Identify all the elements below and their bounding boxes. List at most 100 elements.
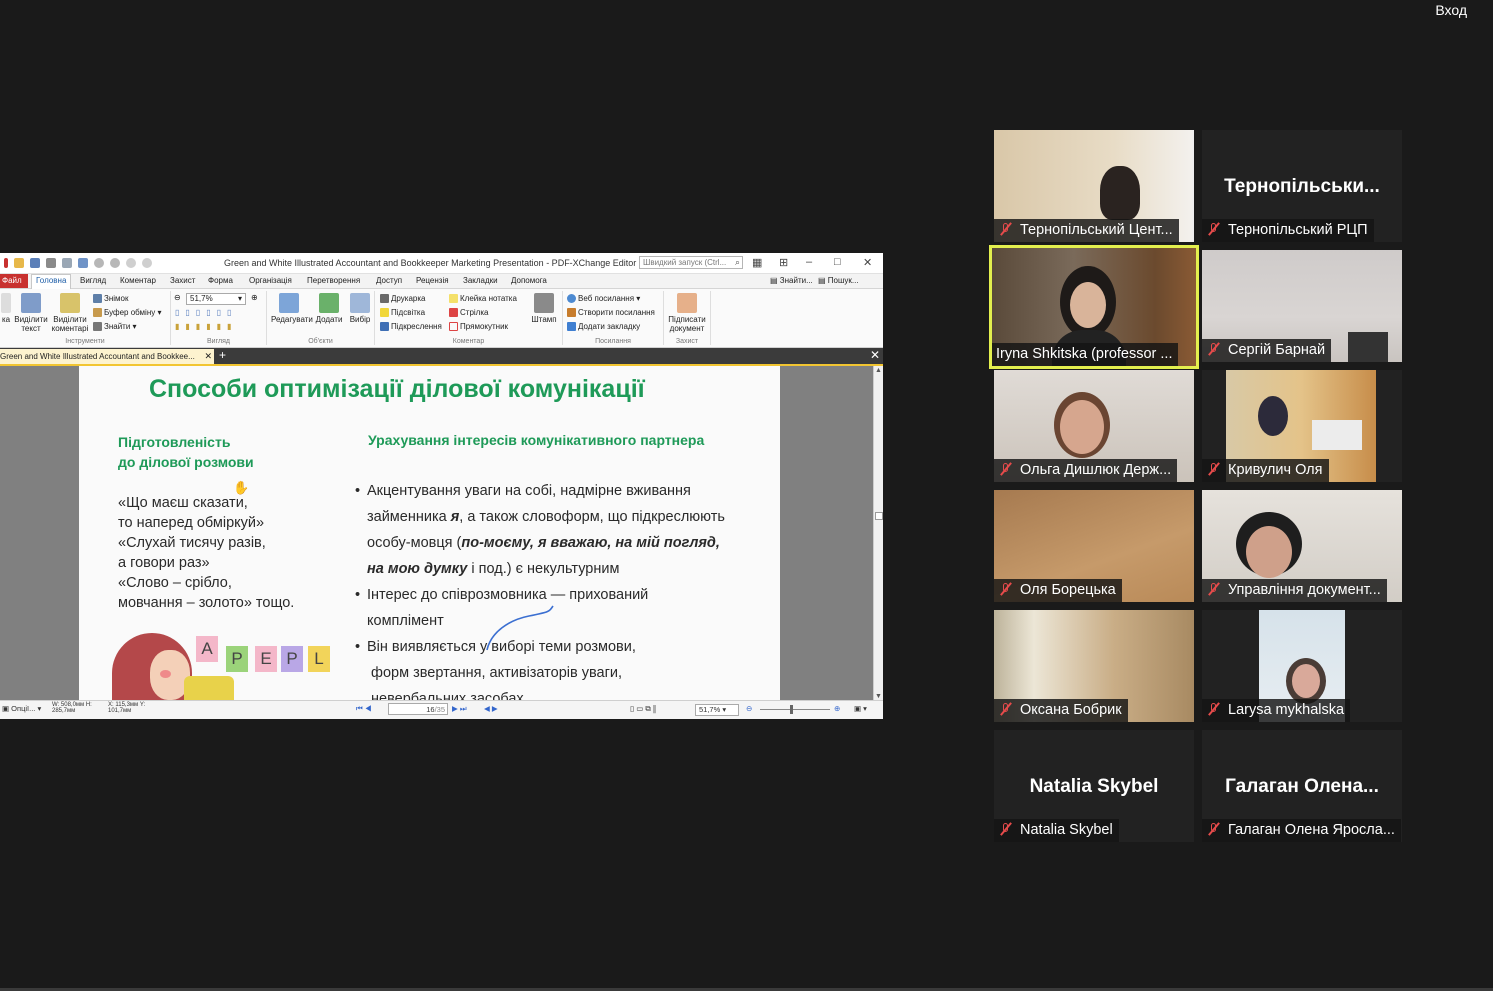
participant-tile[interactable]: Iryna Shkitska (professor ...	[989, 245, 1199, 369]
participant-tile[interactable]: Larysa mykhalska	[1202, 610, 1402, 722]
hand-tool-button[interactable]: ка	[0, 293, 12, 324]
rectangle-button[interactable]: Прямокутник	[449, 322, 508, 332]
tab-home[interactable]: Головна	[31, 274, 72, 289]
first-page-icon[interactable]: ⏮ ◀	[356, 704, 372, 714]
quick-search-input[interactable]: Швидкий запуск (Ctrl... ⌕	[639, 256, 743, 269]
fullscreen-icon[interactable]: ▣ ▾	[854, 704, 867, 713]
sign-document-button[interactable]: Підписати документ	[666, 293, 708, 333]
participant-object	[1312, 420, 1362, 450]
new-tab-icon[interactable]: +	[219, 348, 226, 362]
tab-convert[interactable]: Перетворення	[307, 276, 360, 285]
forward-icon[interactable]	[142, 258, 152, 268]
arrow-icon	[449, 308, 458, 318]
participant-tile[interactable]: Natalia Skybel Natalia Skybel	[994, 730, 1194, 842]
layout-icon[interactable]: ▦	[752, 256, 762, 269]
web-links-button[interactable]: Веб посилання ▾	[567, 294, 640, 304]
sign-icon	[677, 293, 697, 313]
select-text-button[interactable]: Виділити текст	[13, 293, 49, 333]
undo-icon[interactable]	[94, 258, 104, 268]
vertical-scrollbar[interactable]: ▲ ▼	[873, 366, 883, 701]
save-icon[interactable]	[30, 258, 40, 268]
minimize-icon[interactable]: –	[806, 256, 812, 268]
close-tab-icon[interactable]: ✕	[204, 349, 212, 364]
hand-cursor-icon: ✋	[233, 480, 250, 495]
find-button[interactable]: Знайти ▾	[93, 322, 137, 332]
participant-tile[interactable]: Оксана Бобрик	[994, 610, 1194, 722]
zoom-out-icon[interactable]: ⊖	[174, 293, 181, 302]
grid-icon[interactable]: ⊞	[779, 256, 788, 269]
cloud-icon[interactable]	[78, 258, 88, 268]
scroll-thumb[interactable]	[875, 512, 883, 520]
close-all-icon[interactable]: ✕	[870, 348, 880, 362]
status-zoom-select[interactable]: 51,7% ▾	[695, 704, 739, 716]
snapshot-button[interactable]: Знімок	[93, 294, 128, 304]
next-page-icon[interactable]: ▶ ⏭	[452, 704, 467, 714]
tab-help[interactable]: Допомога	[511, 276, 547, 285]
add-bookmark-button[interactable]: Додати закладку	[567, 322, 640, 332]
page-layout-icons[interactable]: ▯ ▭ ⧉ ⫼	[630, 704, 656, 714]
participant-tile[interactable]: Управління документ...	[1202, 490, 1402, 602]
stamp-button[interactable]: Штамп	[528, 293, 560, 324]
tab-share[interactable]: Доступ	[376, 276, 402, 285]
zoom-slider-thumb[interactable]	[790, 705, 793, 714]
status-zoom-out-icon[interactable]: ⊖	[746, 704, 752, 713]
close-icon[interactable]: ✕	[863, 256, 872, 269]
participant-tile[interactable]: Тернопільський Цент...	[994, 130, 1194, 242]
sticky-note-button[interactable]: Клейка нотатка	[449, 294, 517, 304]
participant-tile[interactable]: Оля Борецька	[994, 490, 1194, 602]
search-folder-icon: ▤	[818, 276, 828, 285]
participant-tile[interactable]: Ольга Дишлюк Держ...	[994, 370, 1194, 482]
camera-icon	[93, 294, 102, 304]
print-icon[interactable]	[46, 258, 56, 268]
clipboard-button[interactable]: Буфер обміну ▾	[93, 308, 162, 318]
email-icon[interactable]	[62, 258, 72, 268]
tab-organize[interactable]: Організація	[249, 276, 292, 285]
tab-form[interactable]: Форма	[208, 276, 233, 285]
participant-tile[interactable]: Кривулич Оля	[1202, 370, 1402, 482]
status-zoom-in-icon[interactable]: ⊕	[834, 704, 840, 713]
select-icon	[350, 293, 370, 313]
zoom-in-icon[interactable]: ⊕	[251, 293, 258, 302]
typewriter-button[interactable]: Друкарка	[380, 294, 425, 304]
tab-view[interactable]: Вигляд	[80, 276, 106, 285]
participant-tile[interactable]: Сергій Барнай	[1202, 250, 1402, 362]
participant-tile[interactable]: Галаган Олена... Галаган Олена Яросла...	[1202, 730, 1402, 842]
select-comments-button[interactable]: Виділити коментарі	[50, 293, 90, 333]
open-icon[interactable]	[14, 258, 24, 268]
page-number-input[interactable]: 16/35	[388, 703, 448, 715]
back-icon[interactable]	[126, 258, 136, 268]
tab-protect[interactable]: Захист	[170, 276, 195, 285]
edit-icon	[279, 293, 299, 313]
page-view-icons[interactable]: ▯▯▯▯▯▯	[175, 308, 237, 317]
mic-muted-icon	[1206, 222, 1222, 236]
zoom-select[interactable]: 51,7% ▾	[186, 293, 246, 305]
find-menu[interactable]: ▤ Знайти...	[770, 276, 813, 285]
view-tool-icons[interactable]: ▮▮▮▮▮▮	[175, 322, 237, 331]
tab-review[interactable]: Рецензія	[416, 276, 449, 285]
highlight-button[interactable]: Підсвітка	[380, 308, 425, 318]
tab-file[interactable]: Файл	[0, 274, 28, 288]
maximize-icon[interactable]: □	[834, 256, 841, 268]
edit-button[interactable]: Редагувати	[271, 293, 313, 324]
arrow-button[interactable]: Стрілка	[449, 308, 488, 318]
document-area[interactable]: Способи оптимізації ділової комунікації …	[0, 364, 883, 701]
exit-button[interactable]: Вход	[1431, 0, 1471, 20]
slide-title: Способи оптимізації ділової комунікації	[149, 375, 645, 403]
underline-button[interactable]: Підкреслення	[380, 322, 442, 332]
ribbon: ка Виділити текст Виділити коментарі Зні…	[0, 289, 883, 348]
tab-comment[interactable]: Коментар	[120, 276, 156, 285]
document-tab[interactable]: Green and White Illustrated Accountant a…	[0, 349, 214, 364]
zoom-slider[interactable]	[760, 709, 830, 710]
participant-tile[interactable]: Тернопільськи... Тернопільський РЦП	[1202, 130, 1402, 242]
view-group: ⊖ 51,7% ▾ ⊕ ▯▯▯▯▯▯ ▮▮▮▮▮▮ Вигляд	[171, 291, 267, 345]
create-link-button[interactable]: Створити посилання	[567, 308, 655, 318]
select-button[interactable]: Вибір	[347, 293, 373, 324]
select-text-icon	[21, 293, 41, 313]
options-button[interactable]: ▣ Опції... ▾	[2, 704, 41, 713]
quote-line: мовчання – золото» тощо.	[118, 595, 295, 611]
search-menu[interactable]: ▤ Пошук...	[818, 276, 859, 285]
add-button[interactable]: Додати	[313, 293, 345, 324]
redo-icon[interactable]	[110, 258, 120, 268]
tab-bookmarks[interactable]: Закладки	[463, 276, 498, 285]
history-icons[interactable]: ◀ ▶	[484, 704, 498, 713]
